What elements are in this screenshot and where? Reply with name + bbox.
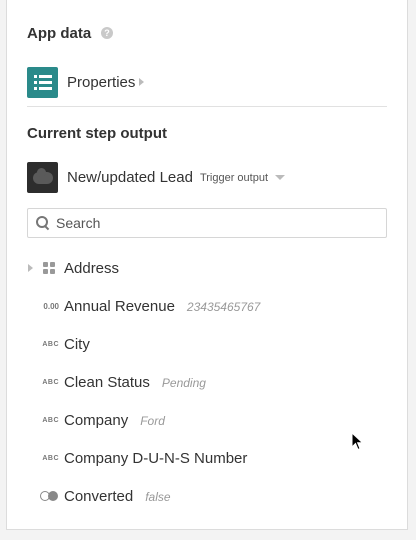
search-input[interactable] [56, 215, 386, 231]
trigger-output-label: Trigger output [199, 171, 269, 184]
field-value: Ford [140, 413, 165, 428]
boolean-icon [40, 491, 58, 501]
field-name: Company D-U-N-S Number [64, 449, 248, 467]
string-type-icon: ABC [42, 378, 59, 386]
field-name: Clean Status [64, 373, 150, 391]
divider [27, 106, 387, 107]
search-icon [36, 216, 50, 231]
field-value: false [145, 489, 171, 504]
field-row-city[interactable]: ABC City [27, 332, 387, 356]
string-type-icon: ABC [42, 340, 59, 348]
field-row-annual-revenue[interactable]: 0.00 Annual Revenue 23435465767 [27, 294, 387, 318]
number-type-icon: 0.00 [43, 301, 59, 311]
mouse-cursor-icon [351, 431, 364, 451]
field-row-company-duns[interactable]: ABC Company D-U-N-S Number [27, 446, 387, 470]
string-type-icon: ABC [42, 416, 59, 424]
chevron-right-icon [139, 78, 145, 86]
field-name: Address [64, 259, 120, 277]
field-value: 23435465767 [186, 299, 261, 314]
salesforce-icon [27, 162, 58, 193]
chevron-right-icon[interactable] [28, 264, 33, 272]
string-type-icon: ABC [42, 454, 59, 462]
field-value: Pending [161, 375, 206, 390]
field-name: Annual Revenue [64, 297, 175, 315]
chevron-down-icon[interactable] [275, 175, 286, 180]
properties-label: Properties [67, 73, 136, 91]
help-icon[interactable]: ? [101, 27, 113, 39]
field-name: Converted [64, 487, 134, 505]
field-name: Company [64, 411, 129, 429]
search-box[interactable] [27, 208, 387, 238]
field-row-converted[interactable]: Converted false [27, 484, 387, 508]
list-icon [27, 66, 58, 98]
field-row-clean-status[interactable]: ABC Clean Status Pending [27, 370, 387, 394]
app-data-title: App data [27, 25, 92, 42]
field-name: City [64, 335, 90, 353]
field-row-address[interactable]: Address [27, 256, 387, 280]
app-data-panel: App data ? Properties Current step outpu… [6, 0, 408, 530]
step-selector[interactable]: New/updated Lead Trigger output [27, 162, 286, 193]
step-label: New/updated Lead [67, 169, 193, 186]
field-row-company[interactable]: ABC Company Ford [27, 408, 387, 432]
object-grid-icon [43, 262, 55, 274]
properties-item[interactable]: Properties [27, 66, 145, 98]
current-step-title: Current step output [27, 125, 167, 142]
